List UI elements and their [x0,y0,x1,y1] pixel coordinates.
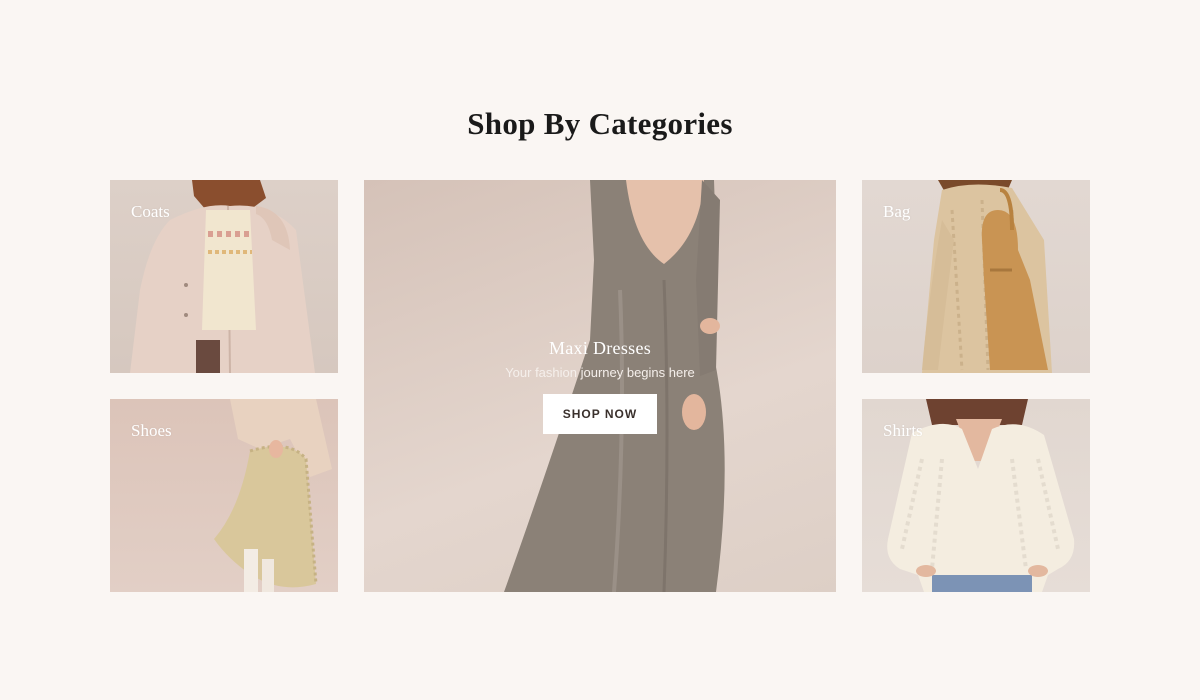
category-tile-shoes[interactable]: Shoes [110,399,338,592]
hero-banner-maxi-dresses[interactable]: Maxi Dresses Your fashion journey begins… [364,180,836,592]
hero-title: Maxi Dresses [548,338,652,358]
section-title: Shop By Categories [467,106,733,141]
category-tile-coats[interactable]: Coats [110,180,338,373]
hero-content: Maxi Dresses Your fashion journey begins… [364,338,836,434]
category-label-bag: Bag [883,202,911,221]
hero-subtitle: Your fashion journey begins here [505,365,695,380]
shop-now-button[interactable]: SHOP NOW [543,394,657,434]
category-label-coats: Coats [131,202,170,221]
category-label-shirts: Shirts [883,421,923,440]
category-label-shoes: Shoes [131,421,172,440]
category-tile-bag[interactable]: Bag [862,180,1090,373]
category-tile-shirts[interactable]: Shirts [862,399,1090,592]
